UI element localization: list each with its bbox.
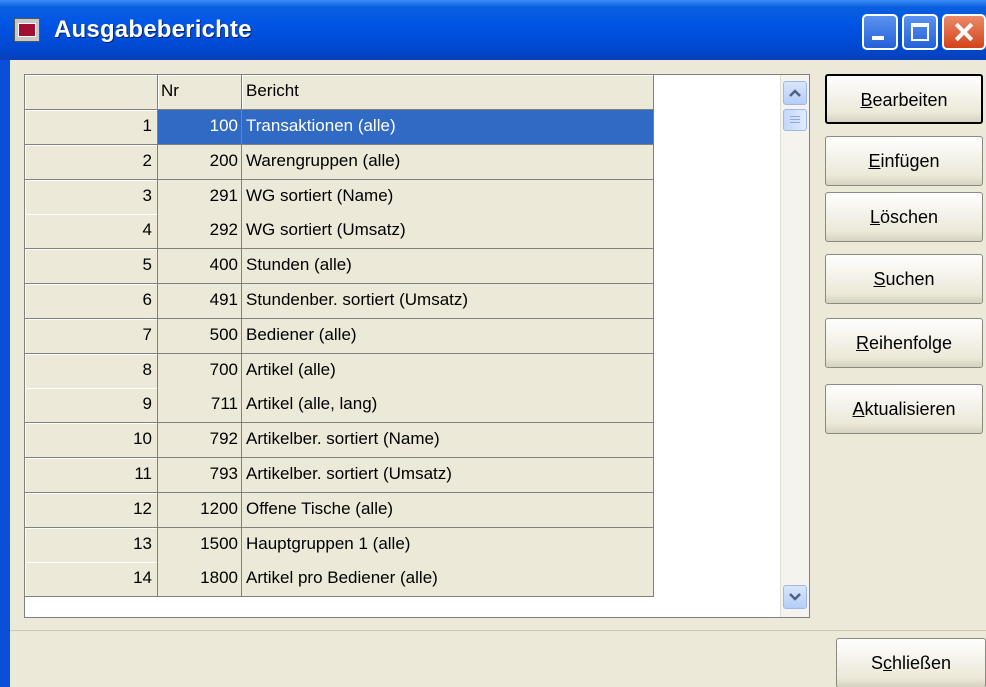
order-button[interactable]: Reihenfolge [825,318,983,368]
delete-button[interactable]: Löschen [825,192,983,242]
cell-nr[interactable]: 700 [158,354,242,389]
close-window-button[interactable] [942,14,986,50]
row-index: 12 [25,493,158,528]
row-index: 5 [25,249,158,284]
cell-nr[interactable]: 1200 [158,493,242,528]
cell-nr[interactable]: 500 [158,319,242,354]
search-button[interactable]: Suchen [825,254,983,304]
row-index: 10 [25,423,158,458]
cell-bericht[interactable]: Artikelber. sortiert (Name) [242,423,654,458]
column-header-bericht[interactable]: Bericht [242,75,654,110]
row-index: 1 [25,110,158,145]
grid-corner-header [25,75,158,110]
cell-bericht[interactable]: Stundenber. sortiert (Umsatz) [242,284,654,319]
cell-bericht[interactable]: Hauptgruppen 1 (alle) [242,528,654,563]
scroll-thumb[interactable] [783,109,807,131]
cell-nr[interactable]: 491 [158,284,242,319]
refresh-button-accel: A [852,399,865,419]
title-bar[interactable]: Ausgabeberichte [0,0,986,60]
maximize-button[interactable] [902,14,938,50]
row-index: 14 [25,562,158,597]
cell-nr[interactable]: 100 [158,110,242,145]
chevron-up-icon [789,89,801,97]
close-button-accel: c [882,653,892,673]
row-index: 2 [25,145,158,180]
cell-nr[interactable]: 291 [158,180,242,215]
cell-bericht[interactable]: Offene Tische (alle) [242,493,654,528]
chevron-down-icon [789,593,801,601]
cell-bericht[interactable]: WG sortiert (Umsatz) [242,214,654,249]
row-index: 13 [25,528,158,563]
minimize-button[interactable] [862,14,898,50]
cell-bericht[interactable]: Stunden (alle) [242,249,654,284]
order-button-accel: R [855,333,869,353]
row-index: 3 [25,180,158,215]
app-icon[interactable] [14,18,40,42]
cell-nr[interactable]: 792 [158,423,242,458]
delete-button-label: öschen [879,207,939,227]
window-frame-left [0,60,10,687]
cell-bericht[interactable]: Artikel (alle) [242,354,654,389]
cell-bericht[interactable]: Artikelber. sortiert (Umsatz) [242,458,654,493]
cell-bericht[interactable]: Bediener (alle) [242,319,654,354]
cell-nr[interactable]: 1800 [158,562,242,597]
row-index: 7 [25,319,158,354]
row-index: 11 [25,458,158,493]
close-button-pre: S [870,653,883,673]
refresh-button[interactable]: Aktualisieren [825,384,983,434]
insert-button[interactable]: Einfügen [825,136,983,186]
row-index: 9 [25,388,158,423]
cell-bericht[interactable]: Transaktionen (alle) [242,110,654,145]
edit-button-accel: B [860,90,873,110]
cell-bericht[interactable]: Artikel pro Bediener (alle) [242,562,654,597]
column-header-nr[interactable]: Nr [158,75,242,110]
cell-nr[interactable]: 793 [158,458,242,493]
cell-nr[interactable]: 200 [158,145,242,180]
cell-bericht[interactable]: WG sortiert (Name) [242,180,654,215]
delete-button-accel: L [869,207,880,227]
scroll-down-button[interactable] [783,585,807,609]
cell-bericht[interactable]: Warengruppen (alle) [242,145,654,180]
row-index: 4 [25,214,158,249]
refresh-button-label: ktualisieren [864,399,956,419]
insert-button-label: infügen [880,151,940,171]
edit-button-label: earbeiten [872,90,948,110]
close-button-label: hließen [891,653,952,673]
order-button-label: eihenfolge [868,333,953,353]
cell-nr[interactable]: 292 [158,214,242,249]
report-window: Ausgabeberichte Nr Bericht 1 100 Transakti… [0,0,986,687]
cell-nr[interactable]: 1500 [158,528,242,563]
report-grid[interactable]: Nr Bericht 1 100 Transaktionen (alle) 2 200 W… [24,74,810,618]
cell-nr[interactable]: 711 [158,388,242,423]
cell-nr[interactable]: 400 [158,249,242,284]
search-button-label: uchen [885,269,935,289]
vertical-scrollbar[interactable] [780,75,809,617]
scroll-up-button[interactable] [783,81,807,105]
search-button-accel: S [873,269,886,289]
row-index: 6 [25,284,158,319]
row-index: 8 [25,354,158,389]
close-button[interactable]: Schließen [836,638,986,687]
edit-button[interactable]: Bearbeiten [825,74,983,124]
cell-bericht[interactable]: Artikel (alle, lang) [242,388,654,423]
insert-button-accel: E [868,151,881,171]
window-title: Ausgabeberichte [54,16,252,43]
